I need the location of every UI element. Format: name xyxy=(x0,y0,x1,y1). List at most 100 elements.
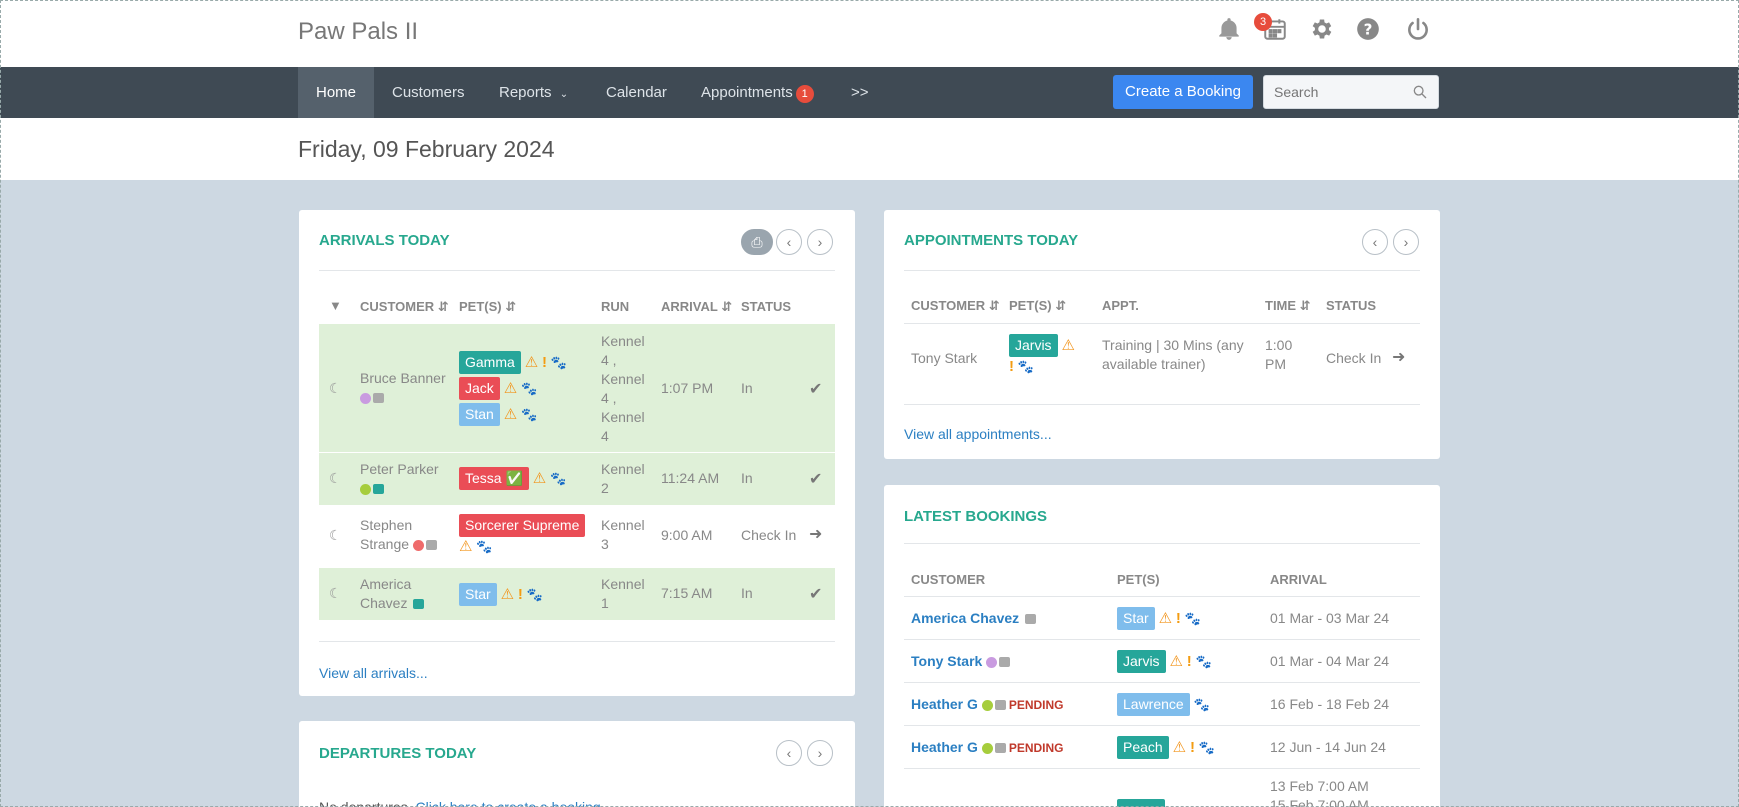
prev-day-button[interactable]: ‹ xyxy=(776,229,802,255)
table-row[interactable]: ☾ America Chavez Star ⚠ ! 🐾 Kennel 1 7:1… xyxy=(319,568,835,620)
paw-icon: 🐾 xyxy=(521,381,538,396)
customer-name[interactable]: Bruce Banner xyxy=(360,369,450,407)
filter-icon[interactable]: ▼ xyxy=(329,298,342,313)
customer-name[interactable]: Tony Stark xyxy=(911,349,977,368)
customer-link[interactable]: Heather G xyxy=(911,696,978,712)
arrival-cell: 11:24 AM xyxy=(661,470,720,486)
next-day-button[interactable]: › xyxy=(807,229,833,255)
status-cell: Check In xyxy=(741,527,797,543)
help-icon[interactable]: ? xyxy=(1355,16,1381,42)
checked-in-icon[interactable]: ✔ xyxy=(809,584,822,604)
col-pets[interactable]: PET(S) ⇵ xyxy=(1009,298,1066,314)
chevron-down-icon: ⌄ xyxy=(559,89,569,100)
nav-calendar[interactable]: Calendar xyxy=(606,67,667,118)
alert-icon: ! xyxy=(1186,653,1192,670)
pet-tag[interactable]: Jarvis xyxy=(1117,650,1166,673)
search-input[interactable] xyxy=(1264,76,1404,108)
latest-bookings-title: LATEST BOOKINGS xyxy=(904,508,1048,525)
appointments-title: APPOINTMENTS TODAY xyxy=(904,232,1079,249)
next-day-button[interactable]: › xyxy=(807,740,833,766)
top-bar: Paw Pals II 3 ? xyxy=(0,0,1739,67)
view-all-appointments-link[interactable]: View all appointments... xyxy=(904,426,1052,442)
customer-link[interactable]: Tony Stark xyxy=(911,653,982,669)
col-arrival[interactable]: ARRIVAL ⇵ xyxy=(661,299,732,315)
table-row[interactable]: ☾ Peter Parker Tessa ✅ ⚠ 🐾 Kennel 2 11:2… xyxy=(319,453,835,505)
nav-customers[interactable]: Customers xyxy=(392,67,465,118)
departures-panel: DEPARTURES TODAY ‹ › No departures. Clic… xyxy=(299,721,855,807)
nav-appointments[interactable]: Appointments 1 xyxy=(701,67,814,118)
status-cell: In xyxy=(741,470,753,486)
col-time[interactable]: TIME ⇵ xyxy=(1265,298,1311,314)
nav-more[interactable]: >> xyxy=(851,67,869,118)
nav-reports-label: Reports xyxy=(499,84,552,101)
view-all-arrivals-link[interactable]: View all arrivals... xyxy=(319,665,428,681)
pet-line: Star ⚠ ! 🐾 xyxy=(1117,607,1201,630)
search-icon[interactable] xyxy=(1412,84,1428,100)
divider xyxy=(904,270,1420,271)
check-in-arrow-icon[interactable]: ➜ xyxy=(1392,347,1405,367)
paw-icon: 🐾 xyxy=(1195,654,1212,669)
col-customer[interactable]: CUSTOMER ⇵ xyxy=(360,299,449,315)
bell-icon[interactable] xyxy=(1216,16,1242,42)
table-row[interactable]: ☾ Stephen Strange Sorcerer Supreme ⚠ 🐾 Ke… xyxy=(319,506,835,564)
nav-reports[interactable]: Reports ⌄ xyxy=(499,67,568,118)
table-row[interactable]: Heather G PENDING Lawrence 🐾 16 Feb - 18… xyxy=(904,683,1420,725)
customer-name[interactable]: America Chavez xyxy=(360,575,450,613)
pet-tag[interactable]: Gamma xyxy=(459,351,521,374)
customer-name[interactable]: Peter Parker xyxy=(360,460,450,498)
pet-line: Star ⚠ ! 🐾 xyxy=(459,583,543,606)
pet-tag[interactable]: Tessa ✅ xyxy=(459,467,529,490)
appointments-panel: APPOINTMENTS TODAY ‹ › CUSTOMER ⇵ PET(S)… xyxy=(884,210,1440,459)
table-row[interactable]: America Chavez Star ⚠ ! 🐾 01 Mar - 03 Ma… xyxy=(904,597,1420,639)
pet-tag[interactable]: Star xyxy=(459,583,497,606)
create-booking-button[interactable]: Create a Booking xyxy=(1113,75,1253,109)
briefcase-icon xyxy=(373,484,384,495)
prev-day-button[interactable]: ‹ xyxy=(1362,229,1388,255)
briefcase-icon xyxy=(994,700,1006,711)
customer-cell: Tony Stark xyxy=(911,652,1011,671)
app-title[interactable]: Paw Pals II xyxy=(298,18,418,46)
pet-tag[interactable]: Jarvis xyxy=(1009,334,1058,357)
print-icon[interactable]: ⎙ xyxy=(741,229,773,255)
run-cell: Kennel 1 xyxy=(601,576,645,611)
customer-name[interactable]: Stephen Strange xyxy=(360,516,450,554)
briefcase-icon xyxy=(999,657,1011,668)
col-run: RUN xyxy=(601,299,630,314)
table-row[interactable]: Tony Stark Jarvis ⚠ ! 🐾 01 Mar - 04 Mar … xyxy=(904,640,1420,682)
departures-title: DEPARTURES TODAY xyxy=(319,745,477,762)
col-customer[interactable]: CUSTOMER ⇵ xyxy=(911,298,1000,314)
nav-appointments-label: Appointments xyxy=(701,84,793,101)
table-row[interactable]: 13 Feb 7:00 AM 15 Feb 7:00 AM xyxy=(904,769,1420,807)
pet-tag[interactable]: Lawrence xyxy=(1117,693,1190,716)
check-in-arrow-icon[interactable]: ➜ xyxy=(809,524,822,544)
pet-tag[interactable]: Peach xyxy=(1117,736,1169,759)
paw-icon: 🐾 xyxy=(521,407,538,422)
paw-icon: 🐾 xyxy=(526,587,543,602)
pet-tag[interactable] xyxy=(1117,799,1165,807)
alert-icon: ! xyxy=(1175,610,1181,627)
pet-tag[interactable]: Stan xyxy=(459,403,500,426)
table-row[interactable]: Heather G PENDING Peach ⚠ ! 🐾 12 Jun - 1… xyxy=(904,726,1420,768)
next-day-button[interactable]: › xyxy=(1393,229,1419,255)
departures-empty-text: No departures. xyxy=(319,799,412,807)
prev-day-button[interactable]: ‹ xyxy=(776,740,802,766)
customer-link[interactable]: Heather G xyxy=(911,739,978,755)
warning-icon: ⚠ xyxy=(459,538,473,555)
pet-tag[interactable]: Sorcerer Supreme xyxy=(459,514,586,537)
create-booking-link[interactable]: Click here to create a booking xyxy=(416,799,601,807)
gear-icon[interactable] xyxy=(1309,16,1335,42)
moon-icon: ☾ xyxy=(329,380,342,396)
col-pets[interactable]: PET(S) ⇵ xyxy=(459,299,516,315)
pet-tag[interactable]: Star xyxy=(1117,607,1155,630)
nav-home[interactable]: Home xyxy=(298,67,375,118)
status-dot xyxy=(981,742,993,754)
table-row[interactable]: Tony Stark Jarvis ⚠! 🐾 Training | 30 Min… xyxy=(904,324,1420,394)
paw-icon: 🐾 xyxy=(1017,359,1035,374)
checked-in-icon[interactable]: ✔ xyxy=(809,469,822,489)
checked-in-icon[interactable]: ✔ xyxy=(809,379,822,399)
power-icon[interactable] xyxy=(1405,16,1431,42)
moon-icon: ☾ xyxy=(329,527,342,543)
pet-tag[interactable]: Jack xyxy=(459,377,500,400)
table-row[interactable]: ☾ Bruce Banner Gamma ⚠ ! 🐾 Jack ⚠ 🐾 Stan… xyxy=(319,324,835,452)
customer-link[interactable]: America Chavez xyxy=(911,610,1019,626)
